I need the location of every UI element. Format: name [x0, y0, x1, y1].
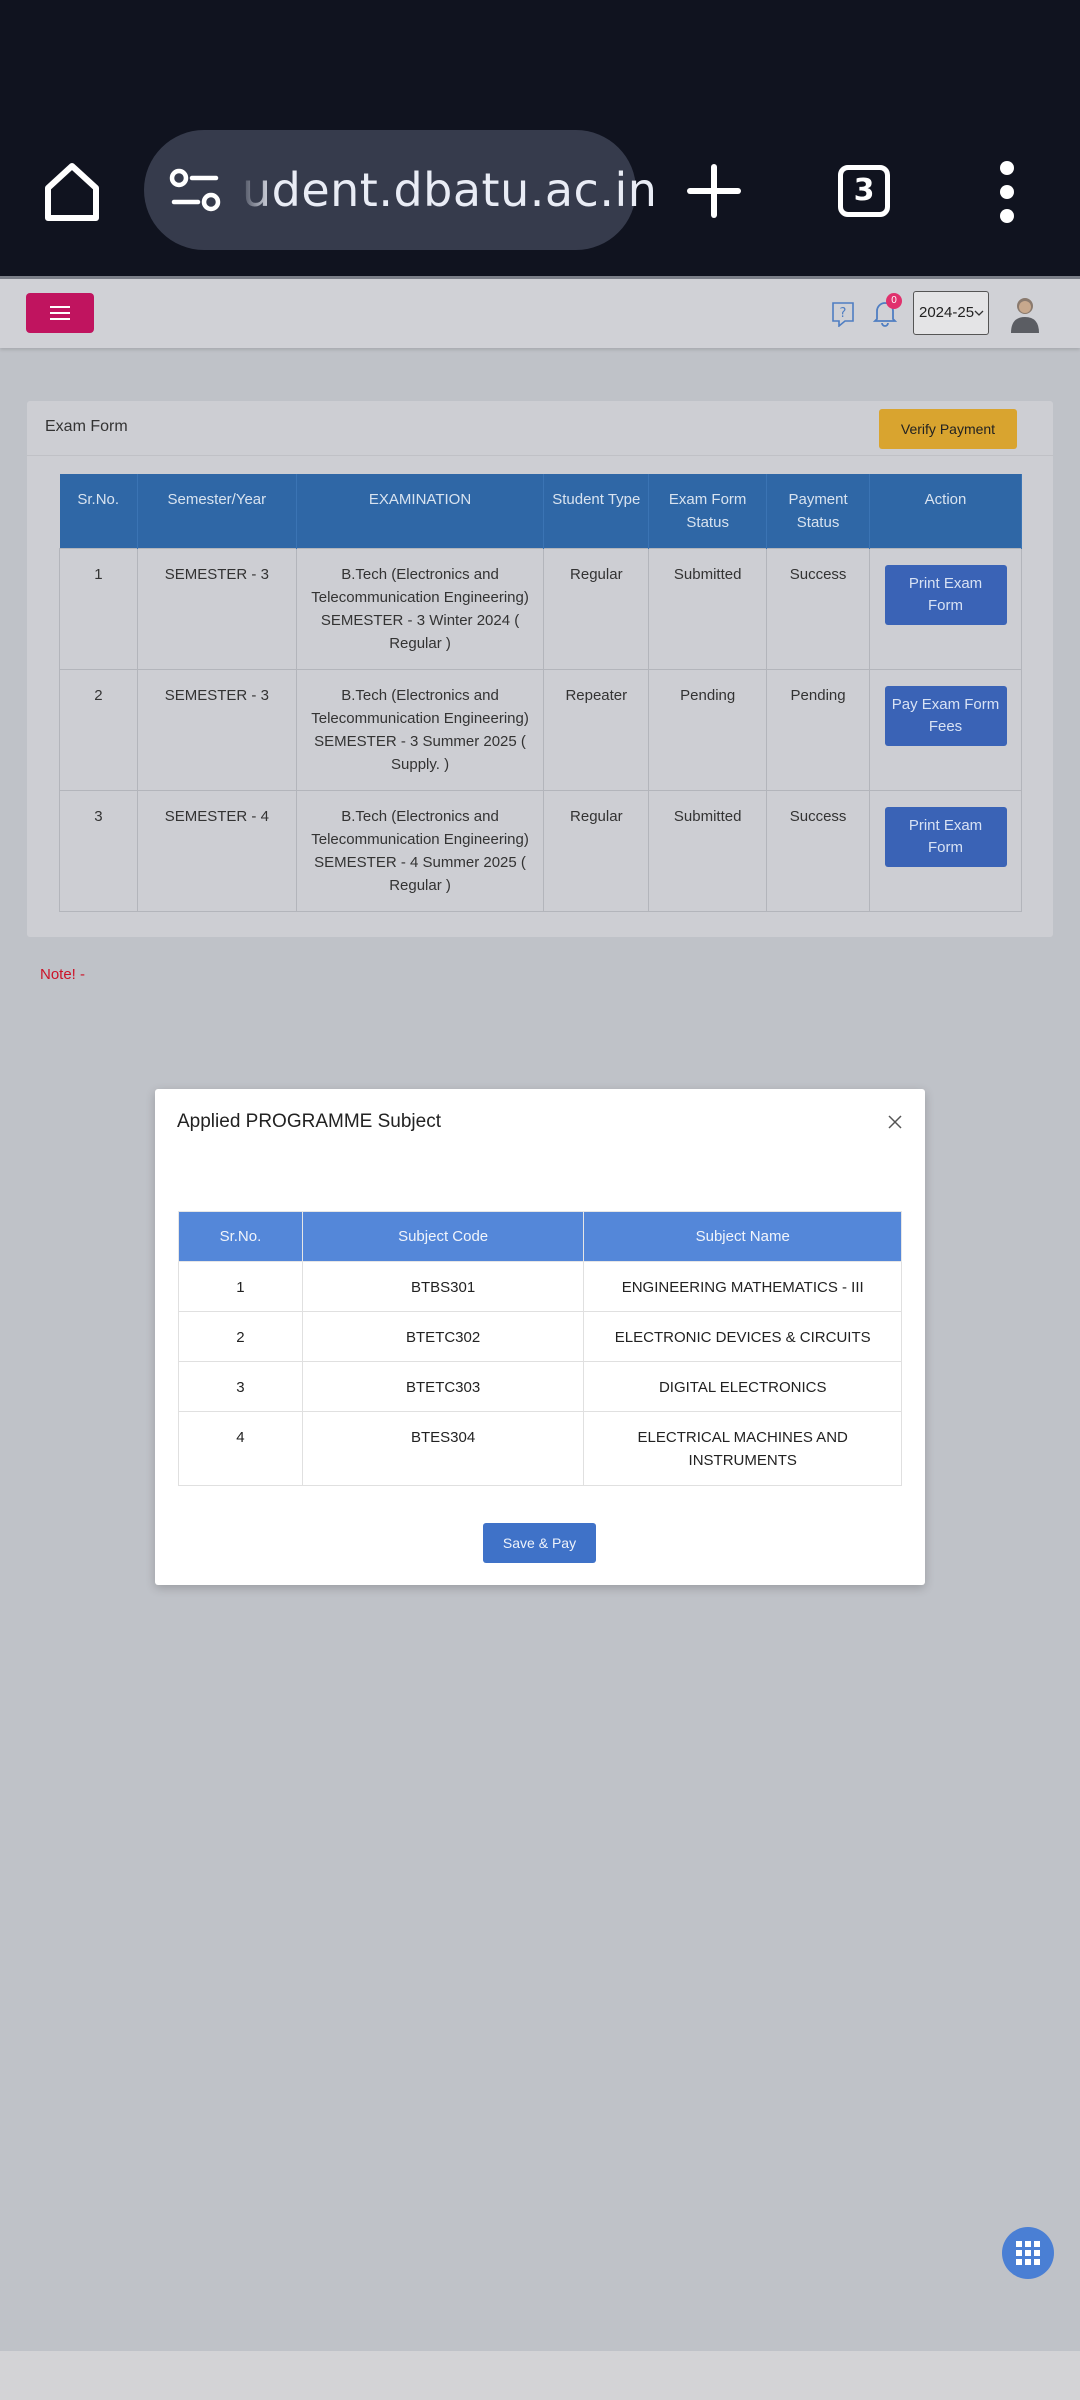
sr-no-cell: 2 [178, 1311, 303, 1362]
examination-cell: B.Tech (Electronics and Telecommunicatio… [295, 548, 545, 670]
student-type-cell: Regular [543, 790, 650, 912]
chevron-down-icon [974, 310, 984, 316]
notification-badge: 0 [886, 293, 902, 309]
examination-cell: B.Tech (Electronics and Telecommunicatio… [295, 790, 545, 912]
subject-name-cell: ELECTRICAL MACHINES AND INSTRUMENTS [583, 1411, 902, 1486]
action-cell: Pay Exam Form Fees [869, 669, 1022, 791]
column-header: EXAMINATION [296, 474, 545, 549]
grid-icon [1016, 2241, 1040, 2265]
sr-no-cell: 1 [178, 1261, 303, 1312]
payment-status-cell: Success [766, 548, 871, 670]
semester-cell: SEMESTER - 3 [136, 669, 297, 791]
url-fade [238, 150, 274, 230]
print-exam-form-button[interactable]: Print Exam Form [884, 565, 1007, 625]
sr-no-cell: 3 [59, 790, 138, 912]
help-icon[interactable]: ? [831, 301, 855, 327]
column-header: Student Type [543, 474, 650, 549]
action-cell: Print Exam Form [869, 548, 1022, 670]
column-header: Subject Name [583, 1211, 902, 1262]
semester-cell: SEMESTER - 3 [136, 548, 297, 670]
card-title: Exam Form [45, 418, 128, 435]
print-exam-form-button[interactable]: Print Exam Form [884, 807, 1007, 867]
modal-title: Applied PROGRAMME Subject [177, 1111, 441, 1132]
subject-code-cell: BTES304 [301, 1411, 585, 1486]
page-header: ? 0 2024-25 [0, 276, 1080, 348]
subject-code-cell: BTETC303 [301, 1361, 585, 1412]
action-cell: Print Exam Form [869, 790, 1022, 912]
subject-name-cell: ENGINEERING MATHEMATICS - III [583, 1261, 902, 1312]
avatar[interactable] [1008, 295, 1042, 333]
subject-code-cell: BTBS301 [301, 1261, 585, 1312]
column-header: Subject Code [301, 1211, 585, 1262]
url-text[interactable]: udent.dbatu.ac.in [242, 160, 657, 220]
form-status-cell: Submitted [648, 790, 768, 912]
examination-cell: B.Tech (Electronics and Telecommunicatio… [295, 669, 545, 791]
column-header: Exam Form Status [648, 474, 768, 549]
table-row: 1 BTBS301 ENGINEERING MATHEMATICS - III [178, 1261, 902, 1312]
subject-name-cell: ELECTRONIC DEVICES & CIRCUITS [583, 1311, 902, 1362]
exam-form-table: Sr.No. Semester/Year EXAMINATION Student… [59, 474, 1022, 912]
table-row: 1 SEMESTER - 3 B.Tech (Electronics and T… [59, 548, 1022, 670]
address-bar[interactable]: udent.dbatu.ac.in [144, 130, 657, 250]
column-header: Payment Status [766, 474, 871, 549]
sr-no-cell: 3 [178, 1361, 303, 1412]
column-header: Semester/Year [137, 474, 297, 549]
tab-switcher-button[interactable]: 3 [838, 165, 890, 217]
form-status-cell: Pending [648, 669, 768, 791]
subjects-table: Sr.No. Subject Code Subject Name 1 BTBS3… [178, 1211, 902, 1486]
student-type-cell: Regular [543, 548, 650, 670]
sr-no-cell: 4 [178, 1411, 303, 1486]
svg-text:?: ? [840, 306, 847, 321]
form-status-cell: Submitted [648, 548, 768, 670]
sr-no-cell: 1 [59, 548, 138, 670]
academic-year-select[interactable]: 2024-25 [913, 291, 989, 335]
student-type-cell: Repeater [543, 669, 650, 791]
exam-form-card: Exam Form Verify Payment Sr.No. Semester… [27, 401, 1053, 937]
column-header: Sr.No. [178, 1211, 303, 1262]
table-row: 2 SEMESTER - 3 B.Tech (Electronics and T… [59, 669, 1022, 791]
bottom-bar [0, 2351, 1080, 2400]
table-header-row: Sr.No. Semester/Year EXAMINATION Student… [59, 474, 1022, 549]
semester-cell: SEMESTER - 4 [136, 790, 297, 912]
save-and-pay-button[interactable]: Save & Pay [483, 1523, 596, 1563]
site-settings-icon[interactable] [166, 160, 226, 220]
menu-toggle-button[interactable] [26, 293, 94, 333]
home-icon[interactable] [40, 160, 104, 224]
note-text: Note! - [40, 966, 86, 983]
table-row: 2 BTETC302 ELECTRONIC DEVICES & CIRCUITS [178, 1311, 902, 1362]
new-tab-icon[interactable] [686, 163, 742, 219]
column-header: Sr.No. [59, 474, 138, 549]
payment-status-cell: Success [766, 790, 871, 912]
card-header: Exam Form Verify Payment [27, 401, 1053, 456]
pay-exam-form-fees-button[interactable]: Pay Exam Form Fees [884, 686, 1007, 746]
apps-fab-button[interactable] [1002, 2227, 1054, 2279]
sr-no-cell: 2 [59, 669, 138, 791]
academic-year-value: 2024-25 [919, 304, 975, 321]
more-vert-icon[interactable] [992, 160, 1022, 224]
table-row: 3 SEMESTER - 4 B.Tech (Electronics and T… [59, 790, 1022, 912]
subject-code-cell: BTETC302 [301, 1311, 585, 1362]
table-header-row: Sr.No. Subject Code Subject Name [178, 1211, 902, 1262]
subject-name-cell: DIGITAL ELECTRONICS [583, 1361, 902, 1412]
close-icon[interactable] [887, 1114, 903, 1130]
browser-toolbar: udent.dbatu.ac.in 3 [0, 0, 1080, 276]
applied-subjects-modal: Applied PROGRAMME Subject Sr.No. Subject… [155, 1089, 925, 1585]
column-header: Action [869, 474, 1022, 549]
table-row: 4 BTES304 ELECTRICAL MACHINES AND INSTRU… [178, 1411, 902, 1486]
payment-status-cell: Pending [766, 669, 871, 791]
verify-payment-button[interactable]: Verify Payment [879, 409, 1017, 449]
table-row: 3 BTETC303 DIGITAL ELECTRONICS [178, 1361, 902, 1412]
